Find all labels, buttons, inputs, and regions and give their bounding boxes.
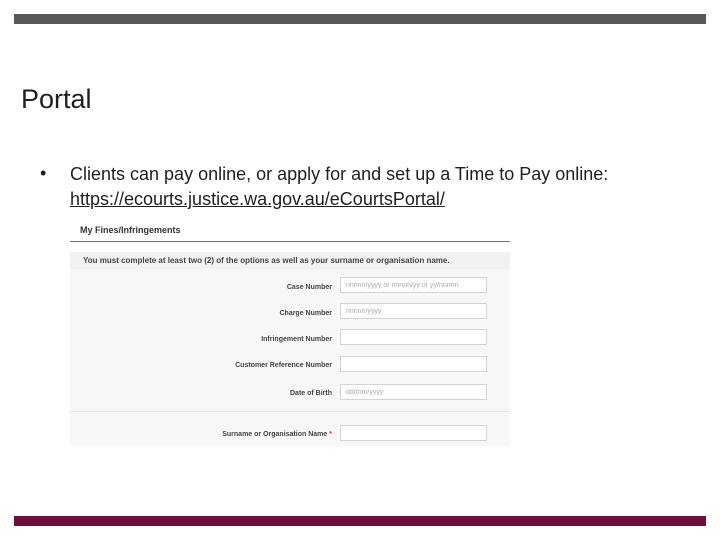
bullet-item: Clients can pay online, or apply for and… bbox=[70, 162, 700, 212]
date-of-birth-input[interactable] bbox=[340, 384, 487, 400]
infringement-number-label: Infringement Number bbox=[261, 336, 332, 343]
form-heading-divider bbox=[70, 241, 510, 242]
bullet-marker: • bbox=[40, 163, 47, 183]
surname-label: Surname or Organisation Name * bbox=[132, 431, 332, 438]
form-heading: My Fines/Infringements bbox=[80, 225, 181, 235]
case-number-label: Case Number bbox=[286, 284, 332, 291]
infringement-number-input[interactable] bbox=[340, 329, 487, 345]
bullet-text: Clients can pay online, or apply for and… bbox=[70, 164, 609, 184]
charge-number-label: Charge Number bbox=[279, 310, 332, 317]
form-instructions-text: You must complete at least two (2) of th… bbox=[83, 256, 450, 265]
charge-number-input[interactable] bbox=[340, 303, 487, 319]
surname-label-text: Surname or Organisation Name bbox=[222, 431, 328, 438]
customer-reference-number-input[interactable] bbox=[340, 356, 487, 372]
fines-form-screenshot: My Fines/Infringements You must complete… bbox=[70, 218, 510, 446]
ecourts-portal-link[interactable]: https://ecourts.justice.wa.gov.au/eCourt… bbox=[70, 187, 700, 212]
case-number-input[interactable] bbox=[340, 277, 487, 293]
top-decorative-bar bbox=[14, 14, 706, 24]
surname-input[interactable] bbox=[340, 425, 487, 441]
date-of-birth-label: Date of Birth bbox=[290, 390, 332, 397]
bottom-decorative-bar bbox=[14, 516, 706, 526]
customer-reference-number-label: Customer Reference Number bbox=[235, 362, 332, 369]
required-asterisk: * bbox=[329, 431, 332, 438]
form-instructions-banner: You must complete at least two (2) of th… bbox=[70, 252, 510, 269]
form-section-divider bbox=[70, 411, 510, 412]
slide-title: Portal bbox=[21, 84, 92, 114]
